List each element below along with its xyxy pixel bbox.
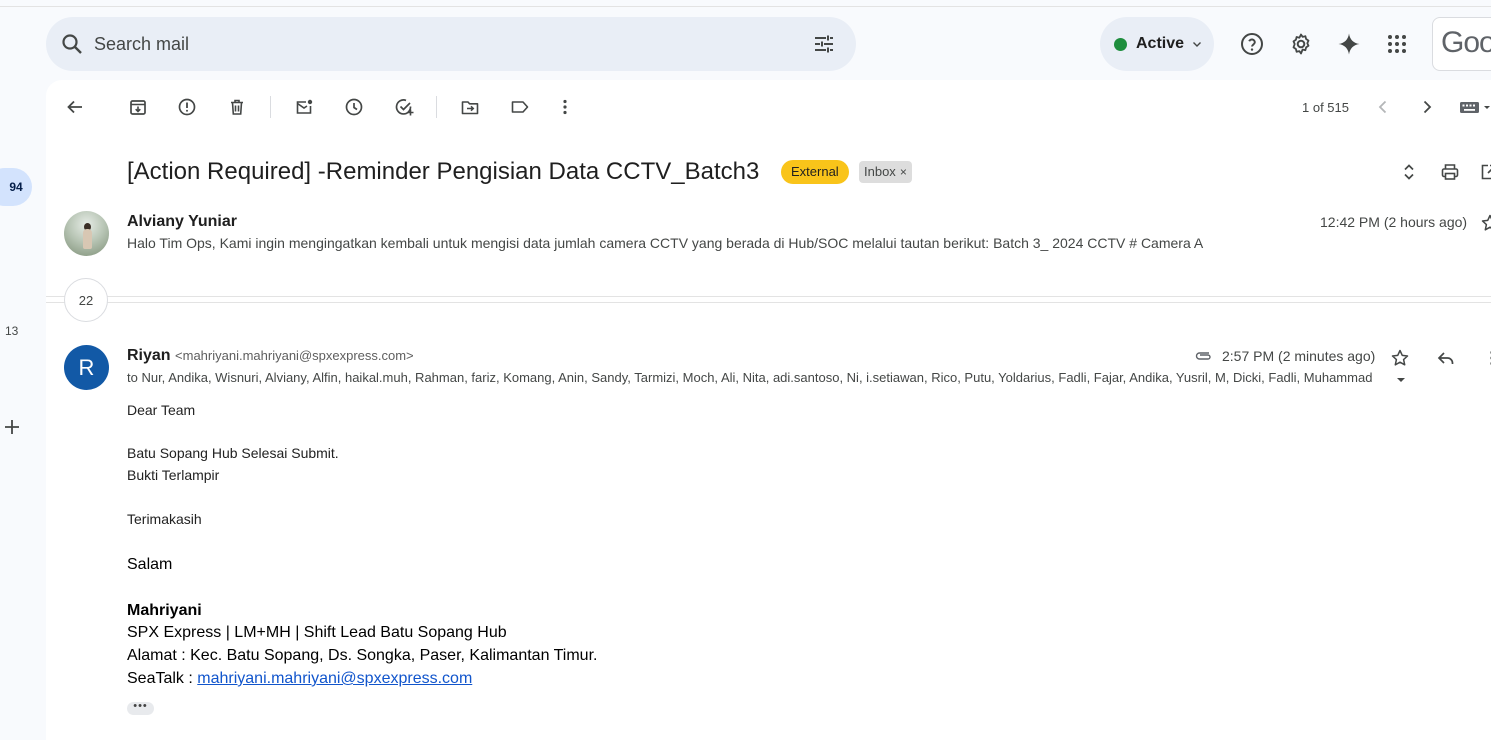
signature-seatalk: SeaTalk : mahriyani.mahriyani@spxexpress… <box>127 670 472 688</box>
back-arrow-icon[interactable] <box>65 97 85 117</box>
pagination-text: 1 of 515 <box>1302 100 1349 115</box>
chevron-down-icon <box>1193 42 1202 47</box>
message-time: 2:57 PM (2 minutes ago) <box>1222 348 1376 364</box>
top-divider <box>0 6 1491 7</box>
star-icon[interactable] <box>1390 348 1410 368</box>
search-icon[interactable] <box>60 32 84 56</box>
seatalk-email-link[interactable]: mahriyani.mahriyani@spxexpress.com <box>197 670 472 687</box>
account-logo[interactable]: Goo <box>1432 17 1491 71</box>
collapsed-divider-top <box>46 296 1491 297</box>
inbox-label-text: Inbox <box>864 164 896 179</box>
body-thanks: Terimakasih <box>127 511 202 527</box>
search-input[interactable] <box>94 29 774 59</box>
message-sender-line: Riyan <mahriyani.mahriyani@spxexpress.co… <box>127 347 414 365</box>
inbox-label-chip[interactable]: Inbox × <box>859 161 912 183</box>
star-icon[interactable] <box>1480 213 1491 233</box>
reply-icon[interactable] <box>1436 348 1456 368</box>
toolbar-separator <box>270 96 271 118</box>
message-panel: 1 of 515 [Action Required] -Reminder Pen… <box>46 80 1491 740</box>
print-icon[interactable] <box>1440 162 1460 182</box>
open-new-window-icon[interactable] <box>1479 162 1491 182</box>
attachment-paperclip-icon <box>1195 352 1211 360</box>
more-vert-icon[interactable] <box>555 97 575 117</box>
label-tag-icon[interactable] <box>510 97 530 117</box>
add-to-tasks-icon[interactable] <box>394 97 414 117</box>
more-vert-icon[interactable] <box>1482 348 1491 368</box>
thread-subject: [Action Required] -Reminder Pengisian Da… <box>127 158 760 185</box>
input-tools-keyboard-icon[interactable] <box>1459 97 1491 117</box>
sender-avatar-photo[interactable] <box>64 211 109 256</box>
expand-all-icon[interactable] <box>1399 162 1419 182</box>
external-label-chip: External <box>781 160 849 184</box>
report-spam-icon[interactable] <box>177 97 197 117</box>
plus-icon[interactable] <box>3 418 21 436</box>
message-sender[interactable]: Alviany Yuniar <box>127 213 237 231</box>
search-bar[interactable] <box>46 17 856 71</box>
mark-unread-icon[interactable] <box>294 97 314 117</box>
signature-role: SPX Express | LM+MH | Shift Lead Batu So… <box>127 624 507 641</box>
status-dot <box>1114 37 1127 51</box>
move-to-folder-icon[interactable] <box>460 97 480 117</box>
toolbar-separator <box>436 96 437 118</box>
avatar-letter: R <box>78 354 95 380</box>
snooze-clock-icon[interactable] <box>344 97 364 117</box>
collapsed-divider-bottom <box>46 302 1491 303</box>
show-trimmed-content-button[interactable]: ••• <box>127 701 154 715</box>
filter-options-icon[interactable] <box>812 32 836 56</box>
sender-email: <mahriyani.mahriyani@spxexpress.com> <box>175 348 414 363</box>
brand-text: Goo <box>1441 26 1491 59</box>
body-line: Bukti Terlampir <box>127 467 220 483</box>
message-time: 12:42 PM (2 hours ago) <box>1320 214 1468 230</box>
rail-count: 13 <box>5 324 19 338</box>
seatalk-label: SeaTalk : <box>127 670 198 687</box>
gemini-sparkle-icon[interactable] <box>1337 32 1361 56</box>
apps-grid-icon[interactable] <box>1385 32 1409 56</box>
signature-name: Mahriyani <box>127 602 202 619</box>
body-line: Batu Sopang Hub Selesai Submit. <box>127 445 339 461</box>
older-chevron-right-icon[interactable] <box>1417 97 1437 117</box>
message-snippet[interactable]: Halo Tim Ops, Kami ingin mengingatkan ke… <box>127 235 1203 251</box>
remove-label-icon[interactable]: × <box>900 165 907 179</box>
rail-unread-badge[interactable]: 94 <box>0 168 32 206</box>
status-label: Active <box>1136 35 1185 52</box>
recipients-dropdown-icon[interactable] <box>1394 373 1408 387</box>
signature-address: Alamat : Kec. Batu Sopang, Ds. Songka, P… <box>127 647 598 664</box>
body-greeting: Dear Team <box>127 402 196 418</box>
help-icon[interactable] <box>1240 32 1264 56</box>
body-salam: Salam <box>127 556 173 573</box>
newer-chevron-left-icon[interactable] <box>1373 97 1393 117</box>
collapsed-messages-button[interactable]: 22 <box>64 278 108 322</box>
recipients-line: to Nur, Andika, Wisnuri, Alviany, Alfin,… <box>127 370 1373 385</box>
rail-badge-count: 94 <box>9 180 23 194</box>
archive-icon[interactable] <box>128 97 148 117</box>
collapsed-count: 22 <box>78 292 94 308</box>
sender-avatar[interactable]: R <box>64 345 109 390</box>
avatar-figure <box>83 229 92 249</box>
sender-name[interactable]: Riyan <box>127 347 171 364</box>
settings-gear-icon[interactable] <box>1289 32 1313 56</box>
status-button[interactable]: Active <box>1100 17 1214 71</box>
delete-trash-icon[interactable] <box>227 97 247 117</box>
